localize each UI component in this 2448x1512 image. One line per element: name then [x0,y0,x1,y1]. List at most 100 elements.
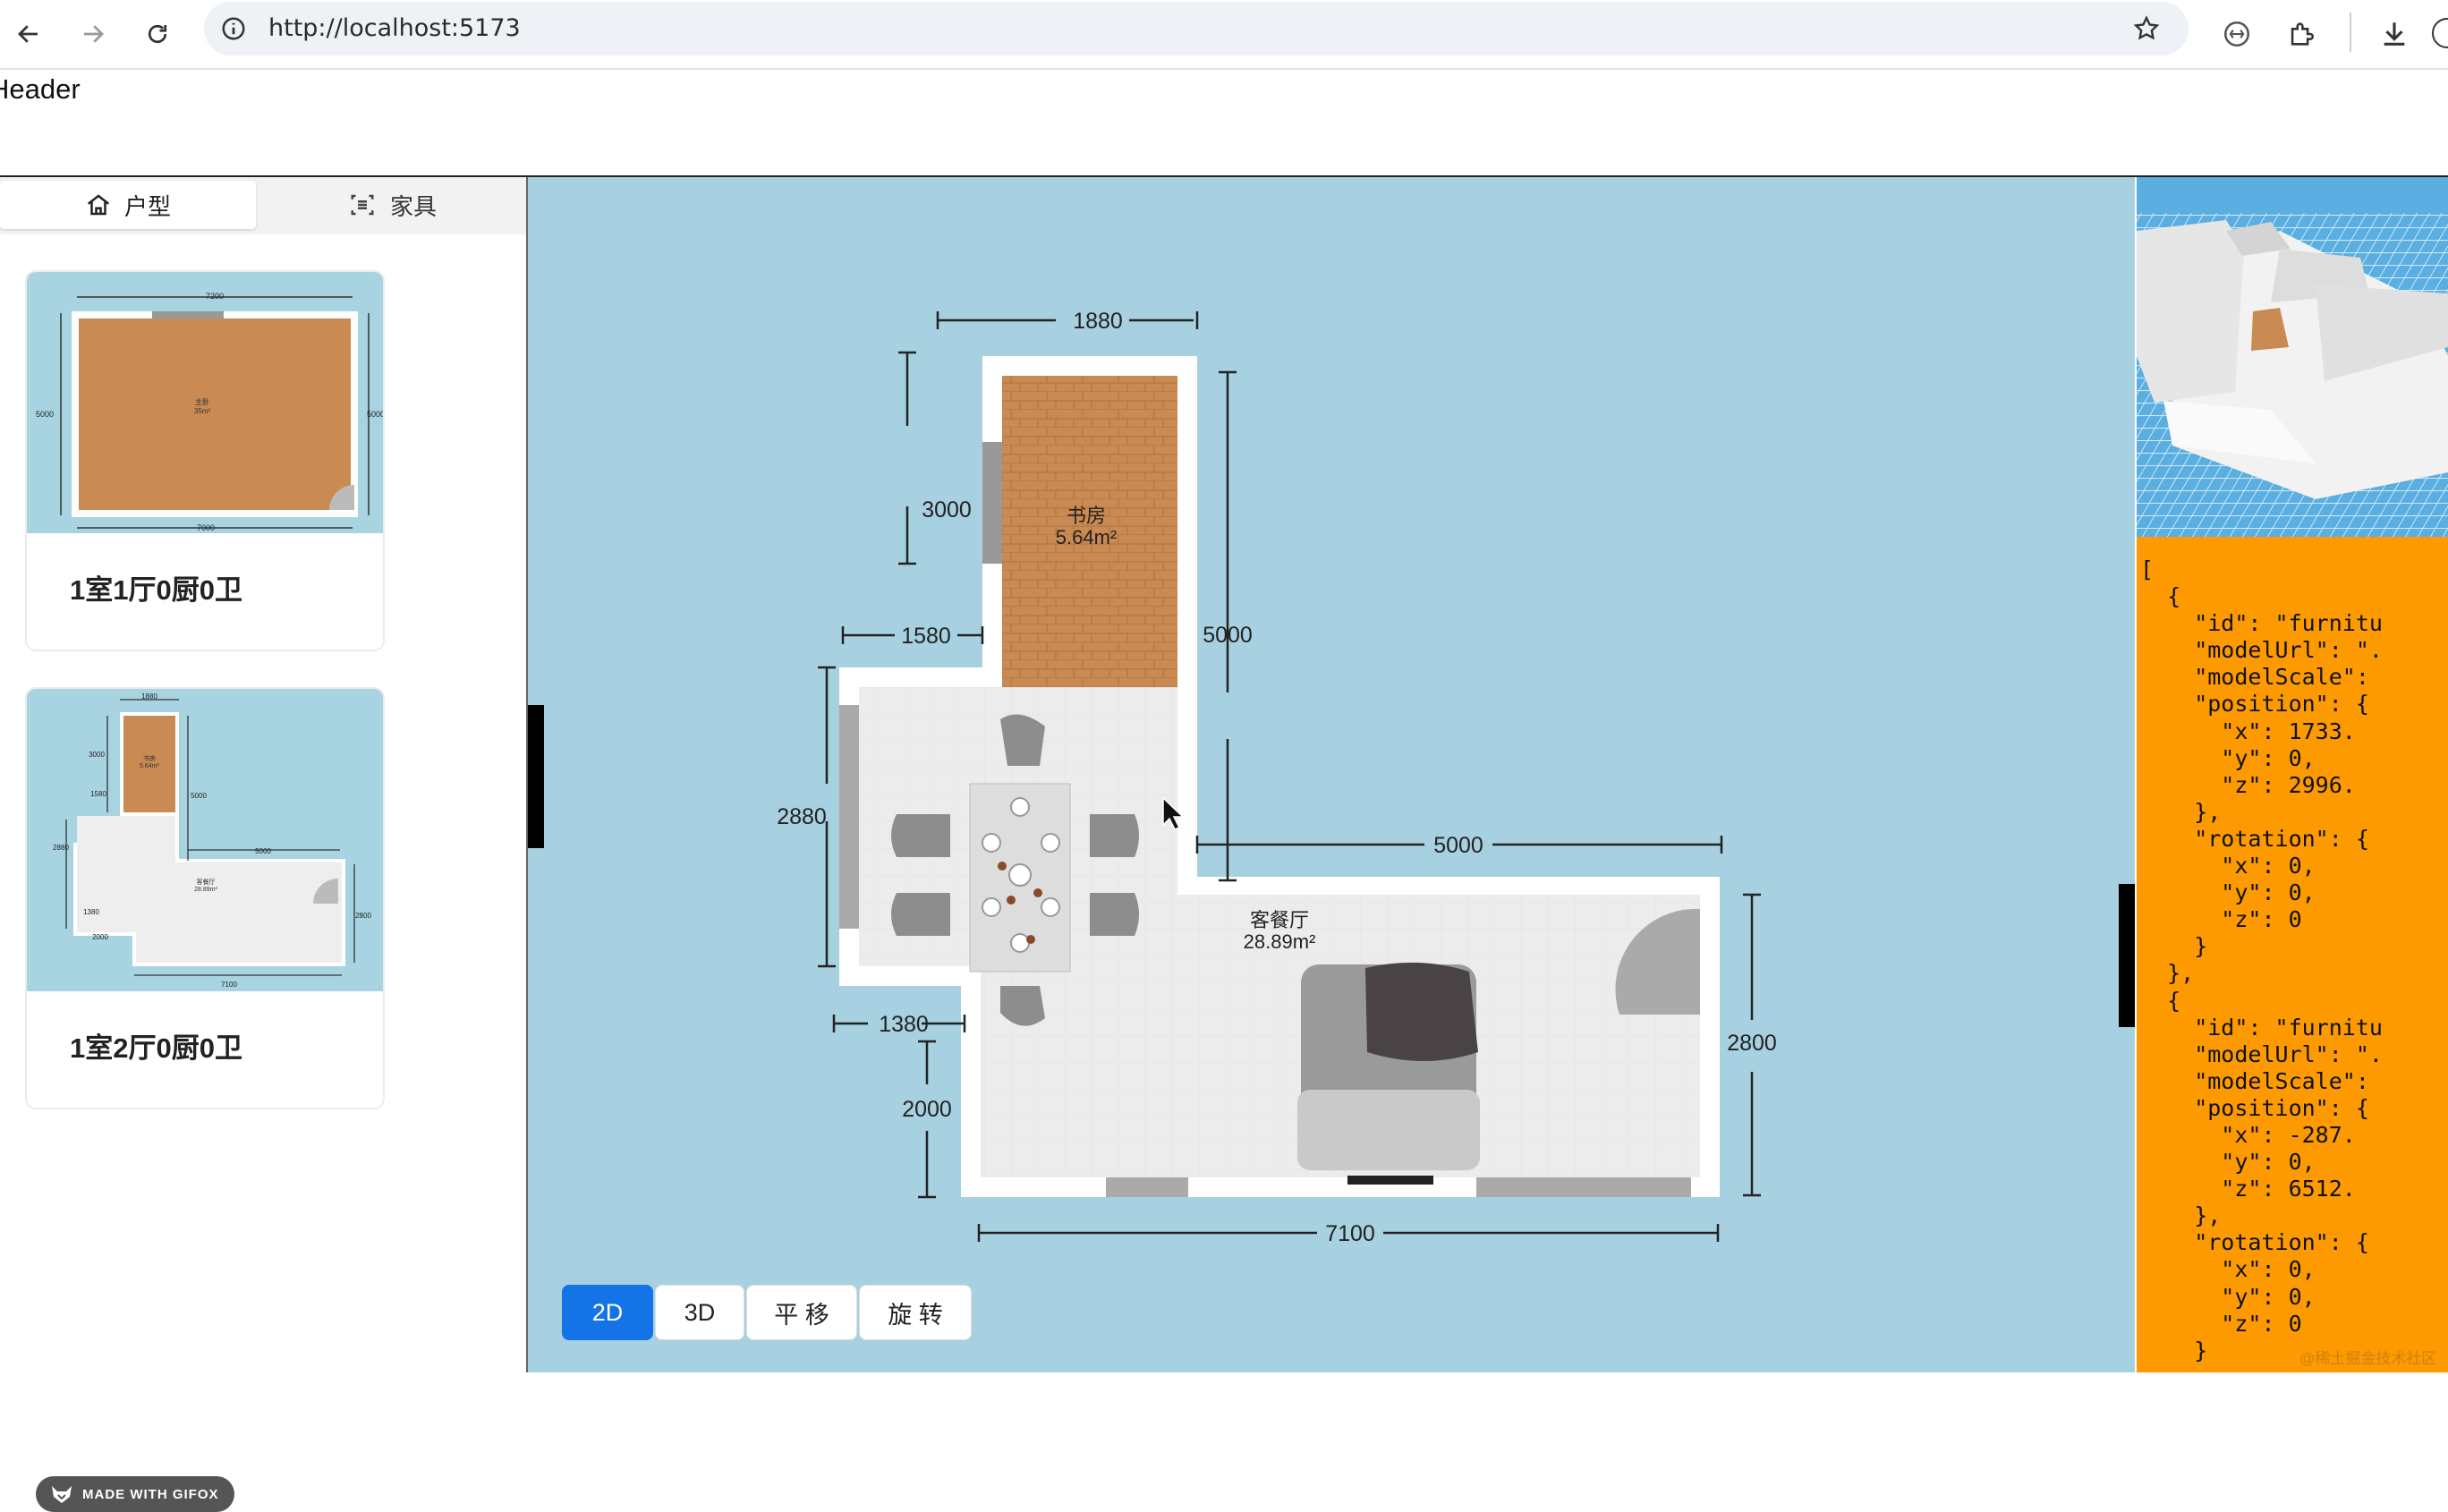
tab-furniture[interactable]: 家具 [259,181,526,229]
back-arrow-icon [18,25,38,43]
watermark-text: @稀土掘金技术社区 [2299,1350,2437,1367]
download-icon [2384,22,2405,46]
downloads-button[interactable] [2371,11,2418,57]
card-title: 1室1厅0厨0卫 [70,574,242,606]
tab-furniture-label: 家具 [389,192,437,220]
card1-left-dim: 5000 [36,410,54,419]
dim-study-height: 3000 [922,497,972,522]
dim-right-upper: 5000 [1203,623,1253,648]
floorplan-canvas[interactable]: 1880 3000 5000 1580 2880 5000 1380 2000 … [528,177,2135,1372]
floorplan-thumbnail-drawing: 1880 3000 5000 1580 2880 5000 1380 2000 … [53,692,371,989]
site-info-icon[interactable] [220,15,247,42]
card2-dim-h: 2800 [355,912,371,920]
view-2d-button[interactable]: 2D [562,1285,653,1340]
floorplan-2d-drawing: 1880 3000 5000 1580 2880 5000 1380 2000 … [777,309,1777,1246]
extension-button[interactable] [2214,11,2260,57]
json-line: "x": -287. [2221,1121,2356,1148]
floorplan-thumbnail: 7200 5000 5000 7000 主卧 35m² [27,272,383,533]
card2-dim-a: 3000 [89,751,105,759]
card1-top-dim: 7200 [206,292,224,301]
dim-lower-left: 1380 [879,1012,929,1037]
card2-dim-b: 5000 [191,792,207,800]
json-line: "y": 0, [2221,1283,2316,1310]
dim-left-living: 2880 [777,804,827,829]
address-bar[interactable]: http://localhost:5173 [204,2,2189,55]
json-line: { [2167,987,2181,1014]
back-button[interactable] [5,11,52,57]
view-3d-button[interactable]: 3D [655,1285,744,1340]
json-line: "y": 0, [2221,1149,2316,1176]
bookmark-star-icon[interactable] [2132,14,2161,43]
gifox-badge-text: MADE WITH GIFOX [82,1486,219,1502]
3d-preview[interactable] [2137,177,2448,537]
room-study-area: 5.64m² [1056,526,1117,548]
json-line: "x": 1733. [2221,718,2356,744]
right-resize-handle[interactable] [2119,884,2135,1027]
forward-button[interactable] [70,11,116,57]
header-title: Header [0,73,81,105]
card2-bottom-dim: 7100 [221,981,237,989]
puzzle-icon [2291,22,2314,46]
card2-room2-area: 28.89m² [194,887,217,893]
json-line: "x": 0, [2221,1256,2316,1283]
tab-floorplan-label: 户型 [123,192,171,220]
dim-lower-height: 2000 [902,1097,952,1122]
json-line: "id": "furnitu [2194,1014,2383,1041]
json-line: "z": 0 [2221,906,2302,933]
card1-right-dim: 5000 [367,410,383,419]
card2-dim-g: 2000 [92,933,108,941]
floorplan-card[interactable]: 7200 5000 5000 7000 主卧 35m² 1室1厅0厨0卫 [25,270,385,651]
json-line: }, [2194,798,2222,825]
json-line: "modelScale": [2194,1067,2369,1094]
json-line: "rotation": { [2194,825,2369,852]
reload-button[interactable] [134,11,181,57]
gifox-badge: MADE WITH GIFOX [36,1476,234,1512]
json-line: } [2194,933,2208,960]
card2-room2-label: 客餐厅 [197,878,216,886]
page-header: Header [0,70,2448,177]
dim-top: 1880 [1073,309,1123,334]
json-line: { [2167,583,2181,610]
sofa-blanket [1365,962,1478,1061]
forward-arrow-icon [84,25,104,43]
room-living-area: 28.89m² [1244,930,1316,953]
json-line: "z": 6512. [2221,1176,2356,1202]
json-line: [ [2140,556,2155,582]
browser-toolbar: http://localhost:5173 [0,0,2448,70]
profile-icon-partial[interactable] [2432,18,2448,48]
extension-circle-icon [2223,21,2250,47]
room-study-name: 书房 [1067,505,1106,527]
card2-top-dim: 1880 [141,692,157,701]
extensions-button[interactable] [2278,11,2325,57]
json-line: "rotation": { [2194,1229,2369,1256]
card2-dim-e: 5000 [255,847,271,855]
json-line: }, [2194,1202,2222,1229]
url-text[interactable]: http://localhost:5173 [268,14,521,42]
json-line: } [2194,1337,2208,1363]
card-title: 1室2厅0厨0卫 [70,1032,242,1064]
pan-button[interactable]: 平 移 [746,1285,857,1340]
floorplan-thumbnail: 1880 3000 5000 1580 2880 5000 1380 2000 … [27,689,383,991]
floorplan-card[interactable]: 1880 3000 5000 1580 2880 5000 1380 2000 … [25,687,385,1109]
json-line: "position": { [2194,691,2369,718]
json-line: "x": 0, [2221,853,2316,879]
dim-right-lower: 2800 [1727,1031,1777,1056]
room-living-name: 客餐厅 [1250,909,1309,931]
tab-floorplan[interactable]: 户型 [0,181,256,229]
json-output-panel[interactable]: [ { "id": "furnitu "modelUrl": ". "model… [2137,537,2448,1372]
json-line: "y": 0, [2221,744,2316,771]
json-line: "modelScale": [2194,664,2369,691]
left-resize-handle[interactable] [528,705,544,848]
card2-dim-f: 1380 [83,908,99,916]
rotate-button[interactable]: 旋 转 [859,1285,972,1340]
json-line: "modelUrl": ". [2194,637,2383,664]
home-icon [87,194,110,216]
json-line: "modelUrl": ". [2194,1041,2383,1067]
scan-icon [351,194,374,216]
left-panel: 户型 家具 7200 5000 5000 7000 主卧 3 [0,177,528,1512]
floorplan-thumbnail-drawing: 7200 5000 5000 7000 主卧 35m² [36,292,383,532]
dim-right-step: 5000 [1433,833,1483,858]
card1-room-label: 主卧 [195,397,209,406]
json-line: "id": "furnitu [2194,610,2383,637]
card2-room1-label: 书房 [143,754,156,762]
